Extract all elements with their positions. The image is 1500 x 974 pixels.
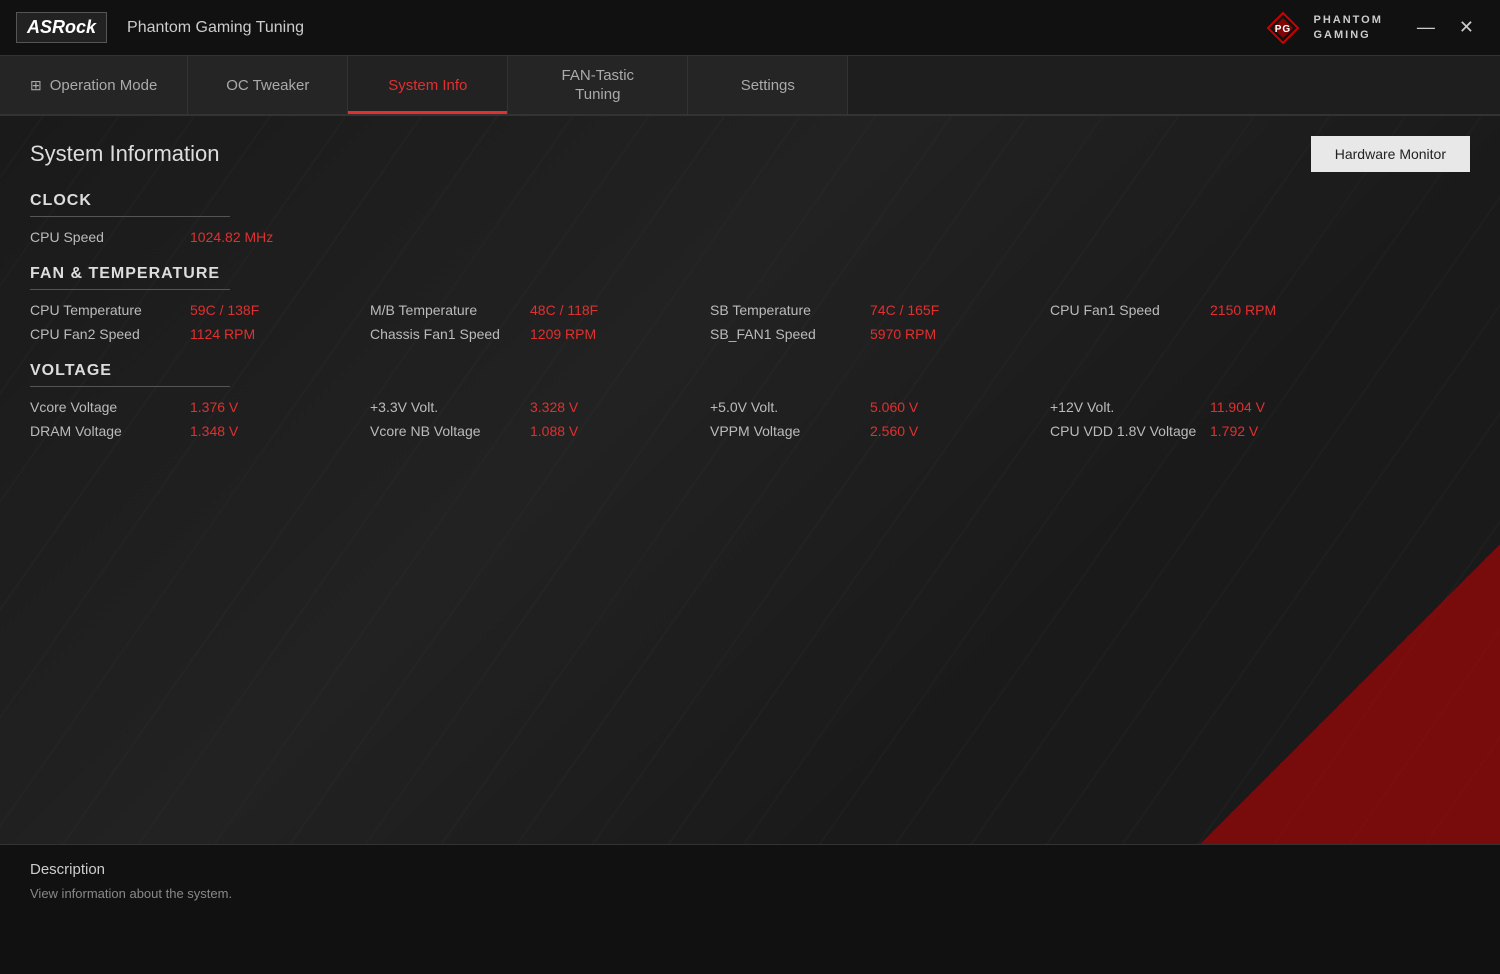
cpu-temp-item: CPU Temperature 59C / 138F bbox=[30, 302, 310, 318]
dram-value: 1.348 V bbox=[190, 423, 238, 439]
sb-fan1-value: 5970 RPM bbox=[870, 326, 936, 342]
12v-item: +12V Volt. 11.904 V bbox=[1050, 399, 1330, 415]
mb-temp-item: M/B Temperature 48C / 118F bbox=[370, 302, 650, 318]
chassis-fan1-value: 1209 RPM bbox=[530, 326, 596, 342]
mb-temp-value: 48C / 118F bbox=[530, 302, 598, 318]
hardware-monitor-button[interactable]: Hardware Monitor bbox=[1311, 136, 1470, 172]
cpu-vdd-value: 1.792 V bbox=[1210, 423, 1258, 439]
vcore-label: Vcore Voltage bbox=[30, 399, 190, 415]
section-title: System Information bbox=[30, 141, 220, 167]
clock-data-row: CPU Speed 1024.82 MHz bbox=[30, 229, 1470, 245]
cpu-vdd-item: CPU VDD 1.8V Voltage 1.792 V bbox=[1050, 423, 1330, 439]
cpu-fan1-label: CPU Fan1 Speed bbox=[1050, 302, 1210, 318]
tab-oc-tweaker[interactable]: OC Tweaker bbox=[188, 56, 348, 114]
fan-temperature-section: FAN & TEMPERATURE CPU Temperature 59C / … bbox=[30, 265, 1470, 342]
content-area: System Information Hardware Monitor CLOC… bbox=[0, 116, 1500, 844]
svg-text:PG: PG bbox=[1275, 24, 1291, 35]
voltage-label: VOLTAGE bbox=[30, 362, 230, 387]
mb-temp-label: M/B Temperature bbox=[370, 302, 530, 318]
voltage-row-2: DRAM Voltage 1.348 V Vcore NB Voltage 1.… bbox=[30, 423, 1470, 439]
close-button[interactable]: ✕ bbox=[1449, 13, 1484, 42]
tab-settings[interactable]: Settings bbox=[688, 56, 848, 114]
33v-value: 3.328 V bbox=[530, 399, 578, 415]
cpu-temp-label: CPU Temperature bbox=[30, 302, 190, 318]
app-title: Phantom Gaming Tuning bbox=[127, 19, 1263, 37]
cpu-vdd-label: CPU VDD 1.8V Voltage bbox=[1050, 423, 1210, 439]
5v-item: +5.0V Volt. 5.060 V bbox=[710, 399, 990, 415]
12v-label: +12V Volt. bbox=[1050, 399, 1210, 415]
grid-icon: ⊞ bbox=[30, 77, 42, 94]
vppm-value: 2.560 V bbox=[870, 423, 918, 439]
sb-fan1-item: SB_FAN1 Speed 5970 RPM bbox=[710, 326, 990, 342]
fan-temperature-label: FAN & TEMPERATURE bbox=[30, 265, 230, 290]
vcore-value: 1.376 V bbox=[190, 399, 238, 415]
cpu-speed-label: CPU Speed bbox=[30, 229, 190, 245]
cpu-speed-item: CPU Speed 1024.82 MHz bbox=[30, 229, 310, 245]
5v-value: 5.060 V bbox=[870, 399, 918, 415]
title-bar: ASRock Phantom Gaming Tuning PG PHANTOMG… bbox=[0, 0, 1500, 56]
main-content: System Information Hardware Monitor CLOC… bbox=[0, 116, 1500, 844]
sb-temp-label: SB Temperature bbox=[710, 302, 870, 318]
vcore-nb-value: 1.088 V bbox=[530, 423, 578, 439]
vcore-nb-label: Vcore NB Voltage bbox=[370, 423, 530, 439]
sb-temp-value: 74C / 165F bbox=[870, 302, 939, 318]
cpu-fan2-item: CPU Fan2 Speed 1124 RPM bbox=[30, 326, 310, 342]
cpu-fan2-label: CPU Fan2 Speed bbox=[30, 326, 190, 342]
section-header: System Information Hardware Monitor bbox=[30, 136, 1470, 172]
clock-label: CLOCK bbox=[30, 192, 230, 217]
dram-item: DRAM Voltage 1.348 V bbox=[30, 423, 310, 439]
33v-item: +3.3V Volt. 3.328 V bbox=[370, 399, 650, 415]
cpu-fan1-value: 2150 RPM bbox=[1210, 302, 1276, 318]
voltage-row-1: Vcore Voltage 1.376 V +3.3V Volt. 3.328 … bbox=[30, 399, 1470, 415]
5v-label: +5.0V Volt. bbox=[710, 399, 870, 415]
voltage-section: VOLTAGE Vcore Voltage 1.376 V +3.3V Volt… bbox=[30, 362, 1470, 439]
chassis-fan1-label: Chassis Fan1 Speed bbox=[370, 326, 530, 342]
nav-bar: ⊞ Operation Mode OC Tweaker System Info … bbox=[0, 56, 1500, 116]
tab-operation-mode[interactable]: ⊞ Operation Mode bbox=[0, 56, 188, 114]
tab-system-info[interactable]: System Info bbox=[348, 56, 508, 114]
dram-label: DRAM Voltage bbox=[30, 423, 190, 439]
sb-temp-item: SB Temperature 74C / 165F bbox=[710, 302, 990, 318]
description-bar: Description View information about the s… bbox=[0, 844, 1500, 974]
12v-value: 11.904 V bbox=[1210, 399, 1265, 415]
description-text: View information about the system. bbox=[30, 886, 1470, 901]
fan-temp-row-2: CPU Fan2 Speed 1124 RPM Chassis Fan1 Spe… bbox=[30, 326, 1470, 342]
vcore-nb-item: Vcore NB Voltage 1.088 V bbox=[370, 423, 650, 439]
vppm-label: VPPM Voltage bbox=[710, 423, 870, 439]
asrock-logo: ASRock bbox=[16, 12, 107, 43]
vcore-item: Vcore Voltage 1.376 V bbox=[30, 399, 310, 415]
tab-fan-tastic[interactable]: FAN-Tastic Tuning bbox=[508, 56, 688, 114]
cpu-fan2-value: 1124 RPM bbox=[190, 326, 255, 342]
sb-fan1-label: SB_FAN1 Speed bbox=[710, 326, 870, 342]
cpu-fan1-item: CPU Fan1 Speed 2150 RPM bbox=[1050, 302, 1330, 318]
phantom-gaming-logo: PG PHANTOMGAMING bbox=[1263, 8, 1382, 48]
33v-label: +3.3V Volt. bbox=[370, 399, 530, 415]
cpu-speed-value: 1024.82 MHz bbox=[190, 229, 273, 245]
chassis-fan1-item: Chassis Fan1 Speed 1209 RPM bbox=[370, 326, 650, 342]
description-title: Description bbox=[30, 861, 1470, 878]
minimize-button[interactable]: — bbox=[1407, 13, 1445, 42]
vppm-item: VPPM Voltage 2.560 V bbox=[710, 423, 990, 439]
cpu-temp-value: 59C / 138F bbox=[190, 302, 259, 318]
clock-section: CLOCK CPU Speed 1024.82 MHz bbox=[30, 192, 1470, 245]
fan-temp-row-1: CPU Temperature 59C / 138F M/B Temperatu… bbox=[30, 302, 1470, 318]
